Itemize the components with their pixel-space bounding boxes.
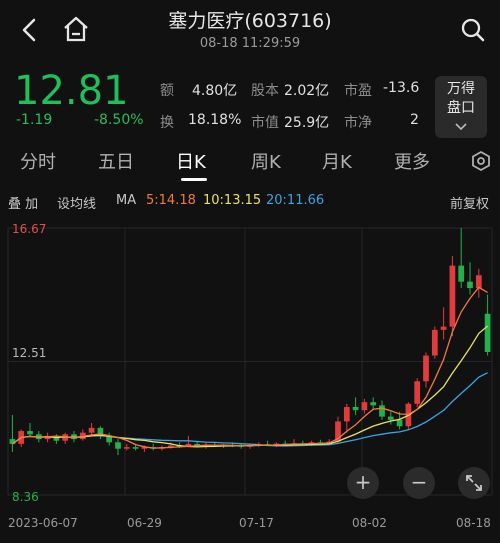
candles [9,228,491,456]
last-price: 12.81 [14,68,129,114]
level2-button[interactable]: 万得 盘口 [435,76,487,138]
x-axis-label-5: 08-18 [456,516,491,530]
ma5-value: 5:14.18 [146,193,196,208]
tab-monthly-k[interactable]: 月K [322,148,352,174]
ma-label: MA [116,193,137,208]
level2-label-bottom: 盘口 [447,100,475,116]
zoom-out-button[interactable]: − [403,467,435,499]
candle-body [467,281,473,289]
x-axis-label-3: 07-17 [239,516,274,530]
y-axis-min-label: 8.36 [12,490,39,504]
chevron-down-icon [455,123,467,131]
x-axis-label-1: 2023-06-07 [8,516,78,530]
ma5-line [12,286,488,449]
tab-intraday[interactable]: 分时 [20,148,56,174]
zoom-in-button[interactable]: + [347,467,379,499]
candle-body [27,431,33,435]
fullscreen-button[interactable] [458,467,490,499]
candle-body [387,416,394,420]
level2-label-top: 万得 [447,81,475,97]
candle-body [396,419,403,427]
candle-body [475,275,482,289]
candle-body [449,265,456,327]
home-icon[interactable] [62,16,90,42]
tab-weekly-k[interactable]: 周K [251,148,281,174]
candle-body [352,406,359,411]
quote-timestamp: 08-18 11:29:59 [199,36,301,51]
ma20-value: 20:11.66 [266,193,325,208]
candle-body [414,381,421,404]
chart-grid [7,227,493,496]
candle-body [88,427,95,433]
candle-body [458,265,465,282]
ma-lines [12,286,489,449]
candle-body [484,313,491,353]
candle-body [343,406,350,422]
stat-value-shares: 2.02亿 [284,83,330,99]
stat-label-shares: 股本 [251,83,279,99]
overlay-button[interactable]: 叠 加 [8,193,38,212]
search-icon[interactable] [460,17,486,43]
x-axis-label-2: 06-29 [127,516,162,530]
candle-body [379,405,385,417]
candle-body [431,329,438,356]
stat-label-turnover: 额 [160,83,174,99]
tab-daily-k[interactable]: 日K [176,148,206,174]
stat-label-pe: 市盈 [344,83,372,99]
price-change-percent: -8.50% [94,112,144,128]
y-axis-mid-label: 12.51 [12,346,46,360]
page-title: 塞力医疗(603716) [168,10,332,32]
stat-value-turnover-rate: 18.18% [188,112,242,128]
settings-icon[interactable] [470,150,492,172]
candle-body [123,447,130,449]
candle-body [361,402,368,411]
ma10-value: 10:13.15 [203,193,262,208]
stat-value-pe: -13.6 [383,80,420,96]
candle-body [115,442,121,449]
period-tabs: 分时 五日 日K 周K 月K 更多 [0,142,500,180]
top-bar: 塞力医疗(603716) 08-18 11:29:59 [0,0,500,60]
tab-more[interactable]: 更多 [394,148,430,174]
tab-five-day[interactable]: 五日 [98,148,134,174]
price-change: -1.19 [16,112,53,128]
candle-body [132,447,139,449]
stat-label-pb: 市净 [344,115,372,131]
candle-body [440,326,447,330]
stat-label-market-cap: 市值 [251,115,279,131]
stat-value-turnover: 4.80亿 [192,83,238,99]
y-axis-max-label: 16.67 [12,222,46,236]
stat-value-pb: 2 [410,112,419,128]
back-icon[interactable] [20,18,40,42]
active-tab-indicator [181,178,207,181]
candle-body [423,355,429,382]
x-axis-label-4: 08-02 [352,516,387,530]
ma-settings-button[interactable]: 设均线 [57,193,96,212]
price-adjust-toggle[interactable]: 前复权 [450,193,489,212]
stat-label-turnover-rate: 换 [160,115,174,131]
expand-icon [466,475,482,491]
indicator-bar: 叠 加 设均线 MA 5:14.18 10:13.15 20:11.66 前复权 [0,190,500,212]
candle-body [370,402,377,406]
stat-value-market-cap: 25.9亿 [284,115,330,131]
